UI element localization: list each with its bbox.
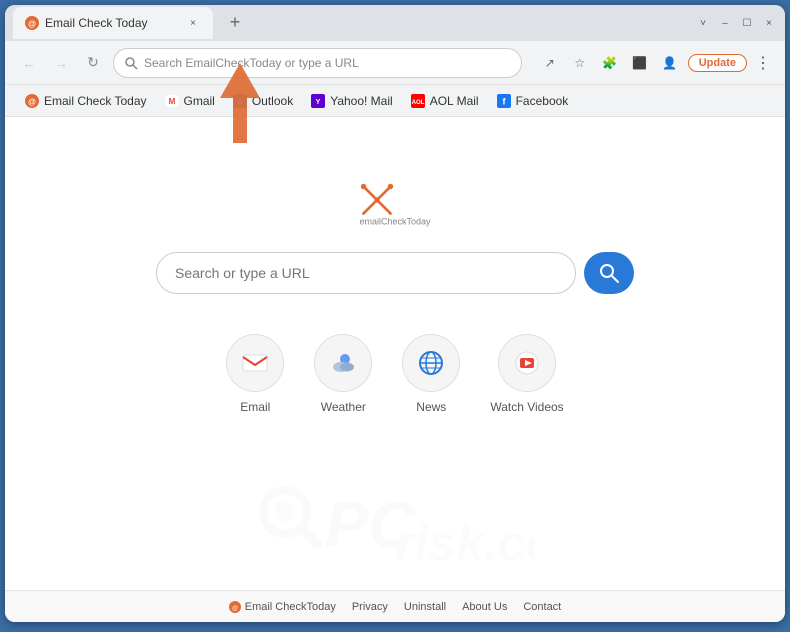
back-button[interactable]: ← [17, 51, 41, 75]
address-bar: ← → ↻ Search EmailCheckToday or type a U… [5, 41, 785, 85]
new-tab-button[interactable]: + [221, 8, 249, 36]
site-logo: emailCheckToday [350, 177, 440, 232]
bookmark-facebook-label: Facebook [516, 94, 569, 108]
profile-button[interactable]: 👤 [658, 51, 682, 75]
svg-text:AOL: AOL [411, 100, 424, 106]
share-button[interactable]: ↗ [538, 51, 562, 75]
tab-favicon: @ [25, 16, 39, 30]
watchvideos-quick-icon [498, 334, 556, 392]
minimize-button[interactable]: – [717, 15, 733, 31]
footer-link-uninstall[interactable]: Uninstall [404, 601, 446, 613]
search-btn-icon [599, 263, 619, 283]
browser-tab[interactable]: @ Email Check Today × [13, 7, 213, 39]
news-quick-icon [402, 334, 460, 392]
quick-link-weather[interactable]: Weather [314, 334, 372, 414]
logo-area: emailCheckToday [350, 177, 440, 232]
bookmark-yahoomail-label: Yahoo! Mail [330, 94, 392, 108]
title-bar: @ Email Check Today × + ˅ – ☐ × [5, 5, 785, 41]
svg-text:@: @ [232, 606, 238, 612]
footer-link-about-us[interactable]: About Us [462, 601, 507, 613]
aol-favicon: AOL [411, 94, 425, 108]
svg-text:@: @ [28, 97, 36, 106]
bookmark-gmail[interactable]: M Gmail [157, 90, 223, 112]
url-bar[interactable]: Search EmailCheckToday or type a URL [113, 48, 522, 78]
svg-text:@: @ [28, 20, 36, 29]
watermark: PC risk.com [5, 482, 785, 582]
quick-links: Email Weather [226, 334, 563, 414]
bookmark-outlook[interactable]: O Outlook [225, 90, 301, 112]
facebook-favicon: f [497, 94, 511, 108]
page-content: emailCheckToday [5, 117, 785, 622]
close-button[interactable]: × [761, 15, 777, 31]
bookmark-aolmail-label: AOL Mail [430, 94, 479, 108]
svg-text:O: O [237, 99, 243, 106]
footer-contact-label: Contact [523, 601, 561, 613]
address-bar-actions: ↗ ☆ 🧩 ⬛ 👤 Update ⋮ [538, 51, 773, 75]
outlook-favicon: O [233, 94, 247, 108]
gmail-favicon: M [165, 94, 179, 108]
svg-text:emailCheckToday: emailCheckToday [359, 216, 431, 226]
emailchecktoday-favicon: @ [25, 94, 39, 108]
footer-link-privacy[interactable]: Privacy [352, 601, 388, 613]
chevron-down-btn[interactable]: ˅ [695, 15, 711, 31]
update-button[interactable]: Update [688, 54, 747, 72]
tab-title: Email Check Today [45, 16, 179, 30]
news-quick-label: News [416, 400, 446, 414]
forward-button[interactable]: → [49, 51, 73, 75]
watchvideos-quick-label: Watch Videos [490, 400, 563, 414]
footer-emailchecktoday-icon: @ [229, 601, 241, 613]
bookmark-outlook-label: Outlook [252, 94, 293, 108]
maximize-button[interactable]: ☐ [739, 15, 755, 31]
tab-close-btn[interactable]: × [185, 15, 201, 31]
quick-link-news[interactable]: News [402, 334, 460, 414]
bookmarks-bar: @ Email Check Today M Gmail O Outlook Y … [5, 85, 785, 117]
bookmark-emailchecktoday-label: Email Check Today [44, 94, 147, 108]
main-search-input[interactable] [156, 252, 576, 294]
extensions-button[interactable]: 🧩 [598, 51, 622, 75]
search-bar-container [156, 252, 634, 294]
email-quick-icon [226, 334, 284, 392]
browser-menu-button[interactable]: ⋮ [753, 53, 773, 73]
bookmark-emailchecktoday[interactable]: @ Email Check Today [17, 90, 155, 112]
yahoo-favicon: Y [311, 94, 325, 108]
bookmark-yahoomail[interactable]: Y Yahoo! Mail [303, 90, 400, 112]
footer-link-contact[interactable]: Contact [523, 601, 561, 613]
bookmark-facebook[interactable]: f Facebook [489, 90, 577, 112]
bookmark-button[interactable]: ☆ [568, 51, 592, 75]
window-controls: ˅ – ☐ × [695, 15, 777, 31]
footer-link-emailchecktoday[interactable]: @ Email CheckToday [229, 601, 336, 613]
svg-text:Y: Y [316, 99, 321, 106]
bookmark-gmail-label: Gmail [184, 94, 215, 108]
sidebar-button[interactable]: ⬛ [628, 51, 652, 75]
browser-window: @ Email Check Today × + ˅ – ☐ × ← → ↻ Se… [5, 5, 785, 622]
weather-quick-icon [314, 334, 372, 392]
bookmark-aolmail[interactable]: AOL AOL Mail [403, 90, 487, 112]
email-quick-label: Email [240, 400, 270, 414]
refresh-button[interactable]: ↻ [81, 51, 105, 75]
quick-link-watchvideos[interactable]: Watch Videos [490, 334, 563, 414]
search-submit-button[interactable] [584, 252, 634, 294]
footer-uninstall-label: Uninstall [404, 601, 446, 613]
footer-about-label: About Us [462, 601, 507, 613]
page-footer: @ Email CheckToday Privacy Uninstall Abo… [5, 590, 785, 622]
weather-quick-label: Weather [321, 400, 366, 414]
footer-privacy-label: Privacy [352, 601, 388, 613]
url-placeholder-text: Search EmailCheckToday or type a URL [144, 56, 359, 70]
svg-text:PC: PC [325, 488, 416, 561]
footer-emailchecktoday-label: Email CheckToday [245, 601, 336, 613]
svg-text:M: M [168, 97, 175, 106]
search-icon [124, 56, 138, 70]
quick-link-email[interactable]: Email [226, 334, 284, 414]
svg-text:risk.com: risk.com [395, 515, 535, 571]
